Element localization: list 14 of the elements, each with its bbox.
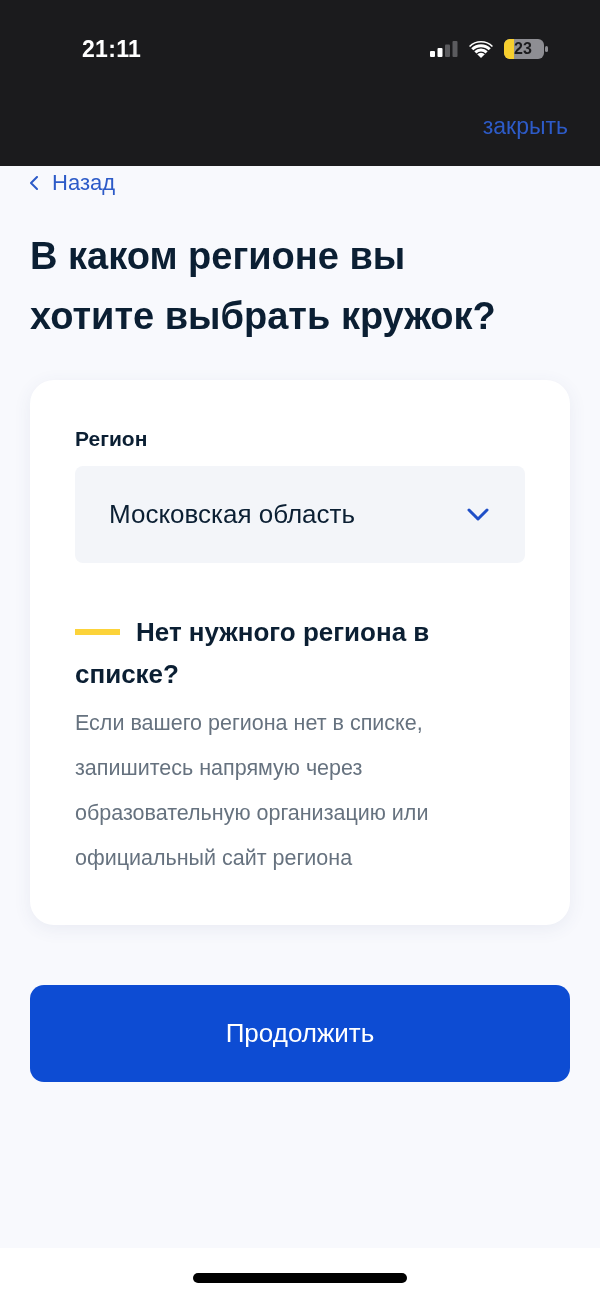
back-link[interactable]: Назад — [30, 166, 116, 196]
page-title: В каком регионе вы хотите выбрать кружок? — [30, 234, 497, 339]
status-time: 21:11 — [82, 35, 142, 63]
region-select[interactable]: Московская область — [75, 466, 525, 563]
chevron-down-icon — [467, 508, 489, 521]
chevron-left-icon — [30, 176, 38, 190]
field-label: Регион — [75, 426, 149, 452]
wifi-icon — [469, 40, 493, 58]
notice-title: Нет нужного региона в списке? — [75, 616, 431, 691]
notice-text: Если вашего региона нет в списке, запишитесь напрямую через образовательную организацию или официальный сайт региона — [75, 710, 430, 872]
signal-icon — [430, 41, 458, 57]
continue-button[interactable]: Продолжить — [30, 985, 570, 1082]
battery-percentage: 23 — [514, 40, 532, 58]
battery-icon — [504, 39, 548, 59]
